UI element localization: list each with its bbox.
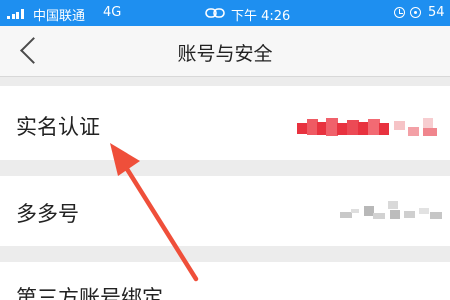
list-item-label: 第三方账号绑定 <box>16 286 163 300</box>
list-item-real-name-verification[interactable]: 实名认证 <box>0 86 450 160</box>
rotation-lock-icon <box>410 7 421 18</box>
redacted-value <box>340 199 445 221</box>
carrier-name: 中国联通 <box>33 9 86 24</box>
redacted-value <box>297 118 441 136</box>
list-item-third-party-binding[interactable]: 第三方账号绑定 <box>0 262 450 300</box>
list-item-label: 实名认证 <box>16 115 100 139</box>
network-type: 4G <box>103 5 122 20</box>
list-item-duoduo-id[interactable]: 多多号 <box>0 176 450 246</box>
link-icon <box>205 8 225 18</box>
list-item-label: 多多号 <box>16 202 79 226</box>
navigation-bar: 账号与安全 <box>0 26 450 77</box>
status-bar: 中国联通 4G 下午 4:26 54 <box>0 0 450 26</box>
clock: 下午 4:26 <box>231 9 291 24</box>
alarm-icon <box>394 7 405 18</box>
battery-percentage: 54 <box>428 5 445 20</box>
page-title: 账号与安全 <box>177 43 273 65</box>
signal-strength-icon <box>7 9 24 19</box>
